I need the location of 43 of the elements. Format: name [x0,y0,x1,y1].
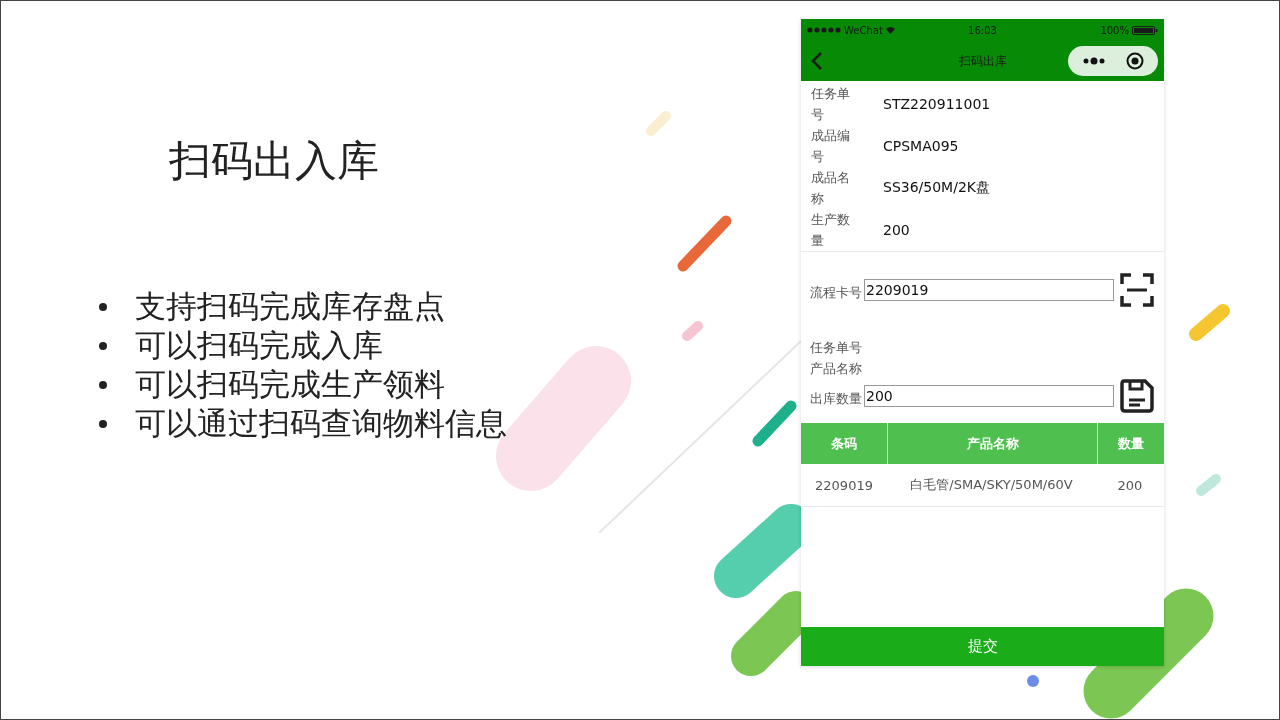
bullet-text: 可以扫码完成入库 [135,325,383,365]
more-icon[interactable] [1082,57,1105,65]
back-icon[interactable] [811,52,823,70]
field-label: 流程卡号 [810,284,862,302]
column-header: 数量 [1117,434,1145,453]
column-header: 条码 [801,423,888,464]
bullet-text: 支持扫码完成库存盘点 [135,286,445,326]
field-label: 生产数量 [811,211,851,250]
close-icon[interactable] [1125,52,1144,70]
table-cell-text: 白毛管/SMA/SKY/50M/60V [909,476,1074,494]
field-value: SS36/50M/2K盘 [883,179,990,197]
decoration-dot [1027,675,1039,687]
bullet-icon [99,341,107,350]
card-number-field[interactable]: 2209019 [864,279,1114,301]
carrier-text: WeChat [844,24,883,36]
bullet-icon [99,380,107,389]
column-header: 产品名称 [888,423,1098,464]
field-value: 200 [883,222,910,238]
bullet-text: 可以通过扫码查询物料信息 [135,403,507,443]
page-title: 扫码出库 [958,52,1007,70]
field-value: CPSMA095 [883,138,959,154]
scan-icon[interactable] [1120,273,1154,307]
battery-text: 100% [1100,24,1129,36]
table-cell-text: 200 [1116,476,1144,495]
bullet-text: 可以扫码完成生产领料 [135,364,445,404]
battery-icon [1132,25,1158,35]
signal-icon [807,27,841,33]
time-text: 16:03 [968,24,997,36]
detail-label: 产品名称 [810,360,863,378]
field-label: 任务单号 [811,85,851,124]
field-value: STZ220911001 [883,96,991,112]
save-icon[interactable] [1120,379,1154,413]
menu-capsule[interactable] [1068,46,1158,76]
bullet-icon [99,302,107,311]
field-label: 成品名称 [811,169,851,208]
bullet-icon [99,419,107,428]
slide-title: 扫码出入库 [169,135,380,187]
field-label: 出库数量 [810,390,862,408]
quantity-field[interactable]: 200 [864,385,1114,407]
detail-label: 任务单号 [810,339,863,357]
table-cell-text: 2209019 [814,476,874,495]
field-label: 成品编号 [811,127,851,166]
wifi-icon [885,26,895,34]
